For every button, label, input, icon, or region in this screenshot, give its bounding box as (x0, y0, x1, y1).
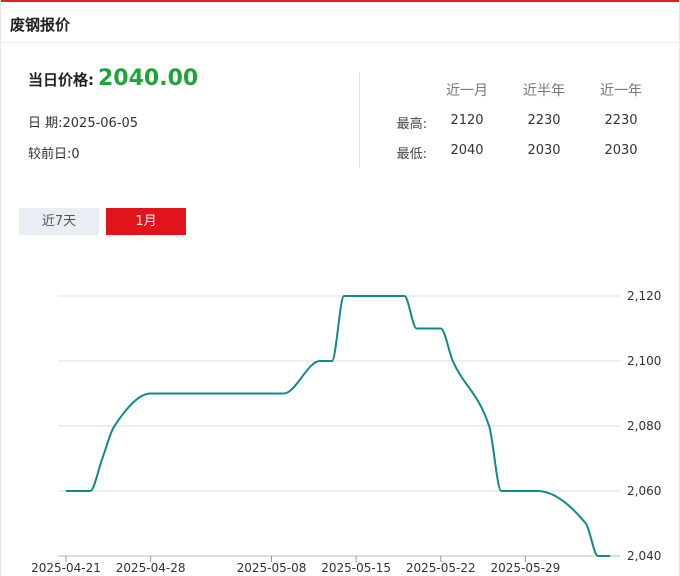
x-tick-label: 2025-04-28 (116, 561, 186, 575)
y-tick-label: 2,040 (627, 549, 661, 563)
y-tick-label: 2,060 (627, 484, 661, 498)
x-tick-label: 2025-05-15 (321, 561, 391, 575)
x-tick-label: 2025-05-22 (406, 561, 476, 575)
x-tick-label: 2025-05-08 (237, 561, 307, 575)
y-tick-label: 2,120 (627, 289, 661, 303)
x-tick-label: 2025-04-21 (31, 561, 101, 575)
y-tick-label: 2,100 (627, 354, 661, 368)
y-tick-label: 2,080 (627, 419, 661, 433)
price-line-chart: 2,040 2,060 2,080 2,100 2,120 2025-04-21 2025-… (31, 289, 661, 575)
x-tick-label: 2025-05-29 (491, 561, 561, 575)
